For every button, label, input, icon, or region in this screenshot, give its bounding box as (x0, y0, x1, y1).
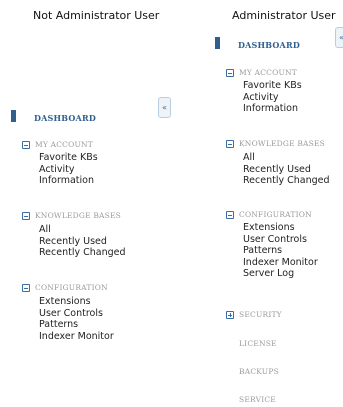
knowledge-bases-items: All Recently Used Recently Changed (39, 224, 126, 259)
nav-backups[interactable]: BACKUPS (239, 367, 279, 376)
nav-item-server-log[interactable]: Server Log (243, 268, 318, 280)
nav-item-patterns[interactable]: Patterns (243, 245, 318, 257)
active-indicator (215, 37, 220, 49)
double-chevron-left-icon: « (339, 33, 343, 42)
my-account-items: Favorite KBs Activity Information (39, 152, 98, 187)
nav-item-favorite-kbs[interactable]: Favorite KBs (39, 152, 98, 164)
nav-item-information[interactable]: Information (243, 103, 302, 115)
nav-license[interactable]: LICENSE (239, 339, 277, 348)
nav-item-indexer-monitor[interactable]: Indexer Monitor (39, 331, 114, 343)
column-title-non-admin: Not Administrator User (33, 9, 160, 22)
nav-item-favorite-kbs[interactable]: Favorite KBs (243, 80, 302, 92)
section-label: KNOWLEDGE BASES (239, 139, 326, 148)
collapse-minus-icon[interactable] (226, 211, 234, 219)
configuration-items: Extensions User Controls Patterns Indexe… (39, 296, 114, 342)
collapse-minus-icon[interactable] (22, 141, 30, 149)
expand-plus-icon[interactable] (226, 311, 234, 319)
collapse-sidebar-button[interactable]: « (335, 27, 343, 48)
nav-item-recently-changed[interactable]: Recently Changed (39, 247, 126, 259)
nav-item-recently-changed[interactable]: Recently Changed (243, 175, 330, 187)
nav-item-extensions[interactable]: Extensions (243, 222, 318, 234)
nav-item-information[interactable]: Information (39, 175, 98, 187)
collapse-minus-icon[interactable] (22, 284, 30, 292)
nav-item-patterns[interactable]: Patterns (39, 319, 114, 331)
collapse-minus-icon[interactable] (22, 212, 30, 220)
collapse-minus-icon[interactable] (226, 69, 234, 77)
my-account-items: Favorite KBs Activity Information (243, 80, 302, 115)
nav-service[interactable]: SERVICE (239, 395, 276, 404)
active-indicator (11, 110, 16, 122)
nav-dashboard[interactable]: DASHBOARD (238, 40, 300, 50)
nav-item-extensions[interactable]: Extensions (39, 296, 114, 308)
nav-dashboard[interactable]: DASHBOARD (34, 113, 96, 123)
column-title-admin: Administrator User (232, 9, 336, 22)
section-label: CONFIGURATION (35, 283, 108, 292)
nav-item-activity[interactable]: Activity (39, 164, 98, 176)
configuration-items: Extensions User Controls Patterns Indexe… (243, 222, 318, 280)
section-label: SECURITY (239, 310, 282, 319)
section-label: MY ACCOUNT (35, 140, 93, 149)
nav-item-all[interactable]: All (39, 224, 126, 236)
section-label: KNOWLEDGE BASES (35, 211, 122, 220)
nav-item-user-controls[interactable]: User Controls (243, 234, 318, 246)
nav-item-activity[interactable]: Activity (243, 92, 302, 104)
nav-item-user-controls[interactable]: User Controls (39, 308, 114, 320)
collapse-sidebar-button[interactable]: « (158, 97, 171, 118)
nav-item-recently-used[interactable]: Recently Used (39, 236, 126, 248)
nav-item-recently-used[interactable]: Recently Used (243, 164, 330, 176)
section-label: CONFIGURATION (239, 210, 312, 219)
nav-item-all[interactable]: All (243, 152, 330, 164)
nav-item-indexer-monitor[interactable]: Indexer Monitor (243, 257, 318, 269)
section-label: MY ACCOUNT (239, 68, 297, 77)
knowledge-bases-items: All Recently Used Recently Changed (243, 152, 330, 187)
collapse-minus-icon[interactable] (226, 140, 234, 148)
double-chevron-left-icon: « (162, 103, 167, 112)
